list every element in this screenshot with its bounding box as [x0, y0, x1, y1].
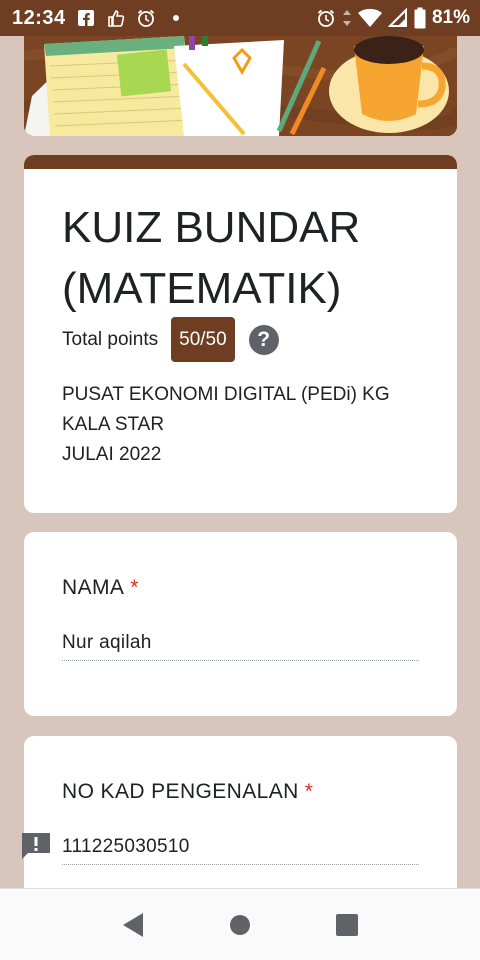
recents-icon[interactable] [332, 910, 362, 940]
navigation-bar [0, 888, 480, 960]
question-card-nama: NAMA * Nur aqilah [24, 532, 457, 716]
points-label: Total points [62, 328, 159, 350]
question-title: NO KAD PENGENALAN * [62, 780, 313, 804]
question-label: NAMA [62, 576, 125, 599]
description-line: KALA STAR [62, 414, 165, 435]
description-line: JULAI 2022 [62, 444, 162, 465]
signal-icon [387, 8, 408, 28]
required-asterisk: * [304, 780, 314, 803]
thumbs-up-icon [106, 8, 126, 28]
status-time: 12:34 [12, 6, 66, 29]
question-title: NAMA * [62, 576, 139, 600]
status-bar: 12:34 81% [0, 0, 480, 36]
data-arrows-icon [342, 8, 352, 28]
battery-icon [414, 7, 426, 29]
form-title-card: KUIZ BUNDAR (MATEMATIK) Total points 50/… [24, 155, 457, 513]
answer-field[interactable]: 111225030510 [62, 836, 419, 865]
feedback-icon[interactable] [20, 831, 52, 861]
points-badge: 50/50 [171, 317, 235, 362]
help-icon[interactable]: ? [248, 324, 279, 355]
dot-icon [166, 8, 186, 28]
description-line: PUSAT EKONOMI DIGITAL (PEDi) KG [62, 384, 390, 405]
alarm-icon [136, 8, 156, 28]
wifi-icon [357, 8, 382, 28]
facebook-icon [76, 8, 96, 28]
question-label: NO KAD PENGENALAN [62, 780, 299, 803]
title-accent-bar [24, 155, 457, 169]
points-row: Total points 50/50 ? [62, 317, 279, 362]
alarm-icon [316, 8, 336, 28]
battery-percentage: 81% [431, 7, 470, 28]
header-banner-image [24, 36, 457, 136]
home-icon[interactable] [225, 910, 255, 940]
form-title: KUIZ BUNDAR (MATEMATIK) [62, 203, 361, 313]
answer-field[interactable]: Nur aqilah [62, 632, 419, 661]
form-description: PUSAT EKONOMI DIGITAL (PEDi) KG KALA STA… [62, 380, 442, 470]
required-asterisk: * [130, 576, 139, 599]
back-icon[interactable] [118, 910, 148, 940]
